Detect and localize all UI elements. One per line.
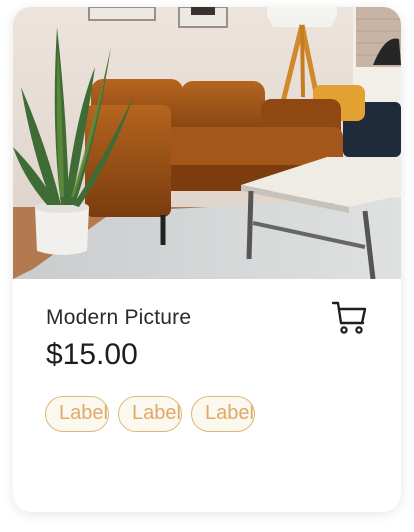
tag-list: Label Label Label [45,396,255,432]
product-card[interactable]: Modern Picture $15.00 Label Label Label [13,7,401,512]
product-price: $15.00 [46,338,138,371]
tag-chip[interactable]: Label [118,396,182,432]
product-image [13,7,401,279]
shopping-cart-icon [331,301,367,334]
tag-chip[interactable]: Label [45,396,109,432]
product-title: Modern Picture [46,306,192,329]
tag-chip[interactable]: Label [191,396,255,432]
add-to-cart-button[interactable] [329,297,369,337]
product-info: Modern Picture $15.00 Label Label Label [13,279,401,512]
